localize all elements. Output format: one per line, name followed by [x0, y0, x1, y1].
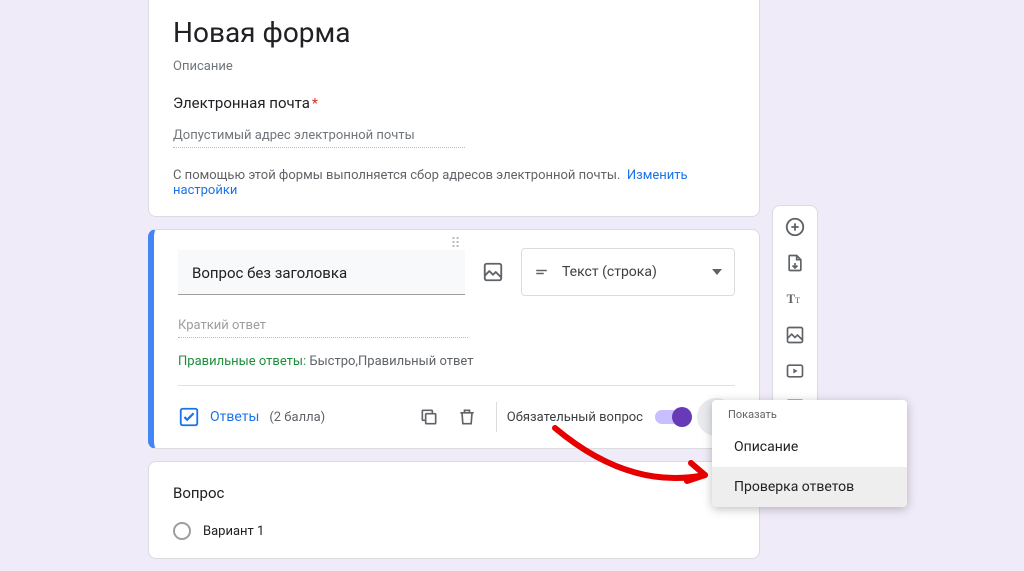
option-row: Вариант 1 [173, 522, 735, 540]
add-title-button[interactable]: TT [776, 282, 814, 316]
question-card-active: ⠿ Вопрос без заголовка Текст (строка) Кр… [148, 229, 760, 449]
question-title-input[interactable]: Вопрос без заголовка [178, 250, 465, 295]
delete-button[interactable] [448, 398, 486, 436]
short-text-icon [534, 263, 552, 281]
copy-icon [419, 407, 439, 427]
title-icon: TT [785, 289, 805, 309]
import-questions-button[interactable] [776, 246, 814, 280]
add-video-button[interactable] [776, 354, 814, 388]
drag-handle-icon[interactable]: ⠿ [450, 236, 462, 252]
option-label: Вариант 1 [203, 524, 264, 539]
menu-header: Показать [712, 406, 907, 427]
form-description[interactable]: Описание [173, 59, 735, 74]
menu-item-description[interactable]: Описание [712, 427, 907, 467]
add-image-icon[interactable] [479, 258, 507, 286]
required-asterisk: * [312, 96, 318, 112]
question-title: Вопрос [173, 484, 735, 502]
question-type-label: Текст (строка) [562, 264, 657, 280]
duplicate-button[interactable] [410, 398, 448, 436]
side-toolbar: TT [772, 205, 818, 429]
import-icon [785, 253, 805, 273]
chevron-down-icon [712, 269, 722, 275]
correct-answers-line: Правильные ответы: Быстро,Правильный отв… [178, 354, 735, 386]
video-icon [785, 361, 805, 381]
more-options-menu: Показать Описание Проверка ответов [712, 400, 907, 507]
image-icon [785, 325, 805, 345]
answer-key-button[interactable]: Ответы [178, 406, 259, 428]
points-label: (2 балла) [269, 410, 325, 425]
form-title[interactable]: Новая форма [173, 16, 735, 49]
required-label: Обязательный вопрос [507, 410, 643, 425]
question-type-select[interactable]: Текст (строка) [521, 248, 735, 296]
plus-circle-icon [784, 216, 806, 238]
short-answer-placeholder: Краткий ответ [178, 318, 468, 338]
divider [496, 402, 497, 432]
add-image-button[interactable] [776, 318, 814, 352]
radio-icon [173, 522, 191, 540]
question-card[interactable]: Вопрос Вариант 1 [148, 461, 760, 559]
menu-item-response-validation[interactable]: Проверка ответов [712, 467, 907, 507]
checkmark-box-icon [178, 406, 200, 428]
form-header-card: Новая форма Описание Электронная почта* … [148, 0, 760, 217]
email-label: Электронная почта [173, 94, 310, 112]
collect-emails-note: С помощью этой формы выполняется сбор ад… [173, 168, 735, 198]
add-question-button[interactable] [776, 210, 814, 244]
svg-text:T: T [795, 296, 800, 305]
trash-icon [457, 407, 477, 427]
required-toggle[interactable] [655, 410, 689, 424]
email-input[interactable]: Допустимый адрес электронной почты [173, 122, 465, 148]
